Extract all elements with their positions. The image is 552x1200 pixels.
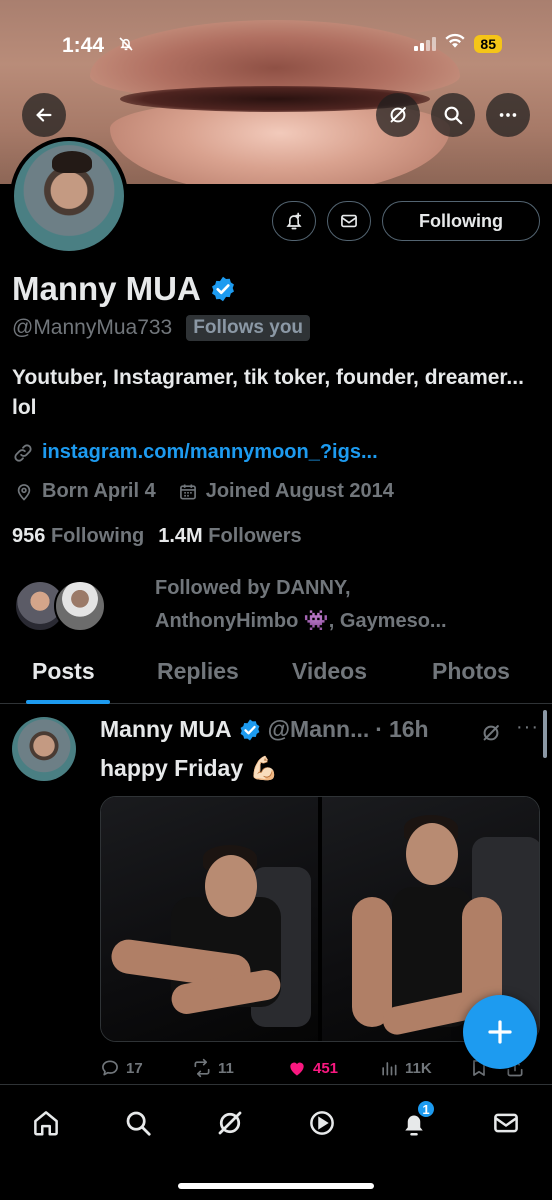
joined-text: Joined August 2014: [205, 480, 394, 502]
handle-row: @MannyMua733 Follows you: [12, 315, 311, 341]
message-button[interactable]: [327, 201, 371, 241]
notification-badge: 1: [416, 1099, 436, 1119]
repost-count: 11: [218, 1059, 234, 1077]
grok-button[interactable]: [376, 93, 420, 137]
profile-meta-row: Born April 4 Joined August 2014: [14, 480, 394, 503]
back-button[interactable]: [22, 93, 66, 137]
followed-by-avatars[interactable]: [14, 578, 109, 636]
status-time: 1:44: [62, 34, 105, 57]
profile-link[interactable]: instagram.com/mannymoon_?igs...: [42, 441, 378, 464]
location-pin-icon: [17, 483, 31, 501]
post-author-handle[interactable]: @Mann...: [268, 716, 370, 743]
search-icon: [126, 1111, 151, 1136]
followers-count-link[interactable]: 1.4M Followers: [158, 525, 301, 548]
tab-videos[interactable]: Videos: [292, 658, 367, 685]
back-arrow-icon: [36, 108, 52, 122]
following-count-link[interactable]: 956 Following: [12, 525, 144, 548]
post-separator: ·: [375, 716, 383, 742]
repost-icon: [194, 1058, 210, 1078]
silent-mode-icon: [118, 36, 134, 57]
birthday-text: Born April 4: [42, 480, 156, 502]
grok-icon: [390, 107, 406, 123]
home-indicator[interactable]: [178, 1183, 374, 1189]
following-button[interactable]: Following: [382, 201, 540, 241]
followers-label: Followers: [208, 525, 302, 547]
plus-icon: [488, 1020, 512, 1044]
joined-item: Joined August 2014: [178, 480, 394, 503]
play-circle-icon: [310, 1111, 334, 1135]
profile-tabs: Posts Replies Videos Photos: [0, 656, 552, 704]
more-button[interactable]: [486, 93, 530, 137]
tab-posts[interactable]: Posts: [32, 658, 95, 685]
post-grok-button[interactable]: [480, 722, 502, 749]
nav-home[interactable]: [28, 1105, 64, 1141]
home-icon: [34, 1111, 58, 1136]
calendar-icon: [179, 484, 196, 499]
nav-search[interactable]: [120, 1105, 156, 1141]
profile-bio: Youtuber, Instagramer, tik toker, founde…: [12, 366, 524, 419]
nav-messages[interactable]: [488, 1105, 524, 1141]
verified-badge-icon[interactable]: [209, 275, 237, 303]
tab-replies[interactable]: Replies: [157, 658, 239, 685]
scrollbar-thumb[interactable]: [543, 710, 547, 758]
nav-grok[interactable]: [212, 1105, 248, 1141]
profile-link-row[interactable]: instagram.com/mannymoon_?igs...: [12, 441, 378, 464]
notify-button[interactable]: [272, 201, 316, 241]
post-more-button[interactable]: ···: [516, 716, 539, 739]
post-photo-1[interactable]: [101, 797, 318, 1041]
followed-by-line-1: Followed by DANNY,: [155, 577, 351, 599]
profile-handle: @MannyMua733: [12, 316, 173, 339]
wifi-icon: [445, 33, 466, 54]
views-button[interactable]: 11K: [379, 1058, 469, 1078]
follows-you-badge: Follows you: [186, 315, 311, 341]
birthday-item: Born April 4: [14, 480, 156, 503]
envelope-icon: [341, 214, 357, 228]
following-label: Following: [50, 525, 145, 547]
followed-by-text[interactable]: Followed by DANNY, AnthonyHimbo 👾, Gayme…: [155, 572, 447, 638]
post-header: Manny MUA @Mann... · 16h: [100, 716, 429, 743]
reply-icon: [102, 1060, 118, 1076]
signal-icon: [414, 36, 437, 51]
link-icon: [14, 443, 32, 462]
follow-counts: 956 Following 1.4M Followers: [12, 525, 302, 548]
profile-name: Manny MUA: [12, 270, 201, 307]
repost-button[interactable]: 11: [192, 1058, 287, 1078]
like-count: 451: [313, 1059, 339, 1077]
nav-notifications[interactable]: 1: [396, 1099, 436, 1141]
envelope-icon: [494, 1113, 518, 1133]
followed-by-line-2: AnthonyHimbo 👾, Gaymeso...: [155, 610, 447, 632]
post-time[interactable]: 16h: [389, 716, 429, 743]
reply-button[interactable]: 17: [100, 1058, 192, 1078]
verified-badge-icon: [240, 719, 260, 740]
active-tab-indicator: [26, 700, 110, 704]
more-icon: [499, 113, 517, 117]
profile-avatar[interactable]: [10, 137, 128, 255]
views-count: 11K: [405, 1059, 432, 1077]
bell-plus-icon: [286, 212, 302, 230]
grok-icon: [483, 725, 499, 741]
views-icon: [382, 1062, 397, 1076]
search-button[interactable]: [431, 93, 475, 137]
following-count: 956: [12, 525, 46, 547]
post-actions: 17 11 451 11K: [100, 1058, 540, 1078]
like-button[interactable]: 451: [287, 1058, 379, 1078]
profile-name-row: Manny MUA: [12, 270, 237, 308]
tab-photos[interactable]: Photos: [432, 658, 510, 685]
post-text: happy Friday 💪🏻: [100, 755, 279, 781]
search-icon: [444, 106, 463, 125]
followers-count: 1.4M: [158, 525, 203, 547]
grok-icon: [218, 1111, 242, 1135]
status-indicators: 85: [414, 33, 502, 54]
nav-video[interactable]: [304, 1105, 340, 1141]
heart-icon: [290, 1062, 304, 1076]
post-author-name[interactable]: Manny MUA: [100, 716, 232, 743]
battery-indicator: 85: [474, 34, 502, 53]
compose-button[interactable]: [463, 995, 537, 1069]
post-author-avatar[interactable]: [12, 717, 76, 781]
follower-avatar: [54, 580, 106, 632]
reply-count: 17: [126, 1059, 143, 1077]
